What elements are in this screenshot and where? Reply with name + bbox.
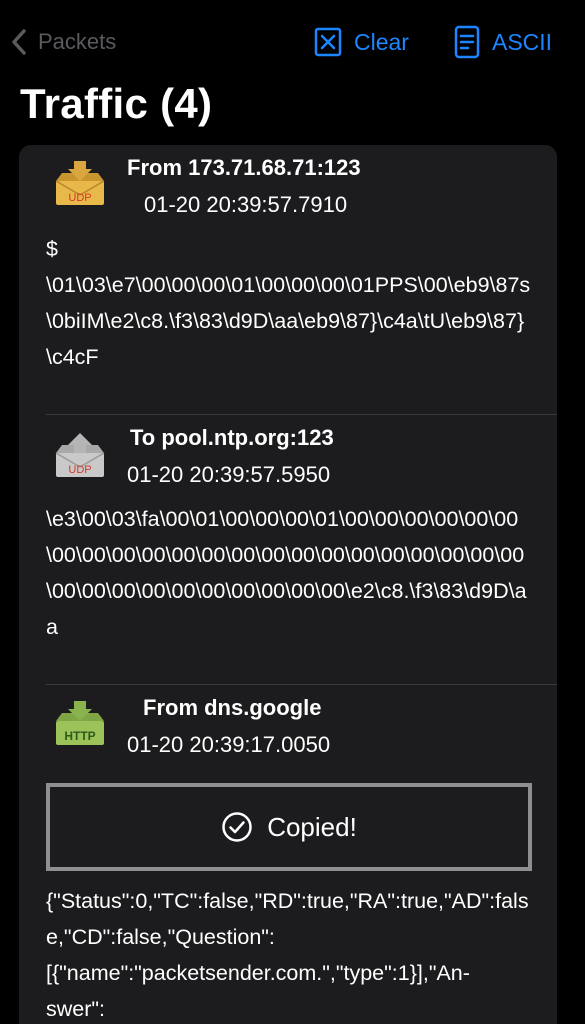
traffic-card: UDP From 173.71.68.71:123 01-20 20:39:57… [19,145,557,1024]
app-screen: Packets Clear ASCII Traffic (4) UDP From… [0,0,585,1024]
copied-toast: Copied! [46,783,532,871]
http-download-icon: HTTP [56,701,104,745]
packet-timestamp: 01-20 20:39:17.0050 [127,732,331,757]
ascii-button[interactable]: ASCII [454,24,552,60]
clear-button[interactable]: Clear [314,24,409,60]
clear-label: Clear [354,28,409,55]
packet-destination: To pool.ntp.org:123 [130,425,334,450]
packet-payload: $ \01\03\e7\00\00\00\01\00\00\00\01PPS\0… [46,237,531,369]
icon-label: HTTP [64,729,95,743]
packet-payload: \e3\00\03\fa\00\01\00\00\00\01\00\00\00\… [46,507,527,639]
back-label: Packets [38,29,117,54]
icon-label: UDP [68,192,91,204]
back-button[interactable]: Packets [8,26,116,58]
document-icon [454,25,480,59]
navigation-bar: Packets Clear ASCII [0,0,585,84]
chevron-left-icon [12,29,26,55]
packet-row[interactable]: UDP From 173.71.68.71:123 01-20 20:39:57… [19,145,557,415]
packet-payload: {"Status":0,"TC":false,"RD":true,"RA":tr… [46,889,529,1021]
packet-timestamp: 01-20 20:39:57.7910 [144,192,348,217]
packet-timestamp: 01-20 20:39:57.5950 [127,462,331,487]
udp-upload-icon: UDP [55,433,105,477]
page-title: Traffic (4) [20,80,213,127]
packet-source: From 173.71.68.71:123 [127,155,361,180]
checkmark-circle-icon [222,812,252,842]
ascii-label: ASCII [492,28,553,55]
packet-row[interactable]: UDP To pool.ntp.org:123 01-20 20:39:57.5… [19,415,557,685]
icon-label: UDP [68,464,91,476]
udp-download-icon: UDP [55,161,105,205]
clear-icon [314,27,342,57]
packet-source: From dns.google [143,695,322,720]
copied-label: Copied! [267,811,357,842]
